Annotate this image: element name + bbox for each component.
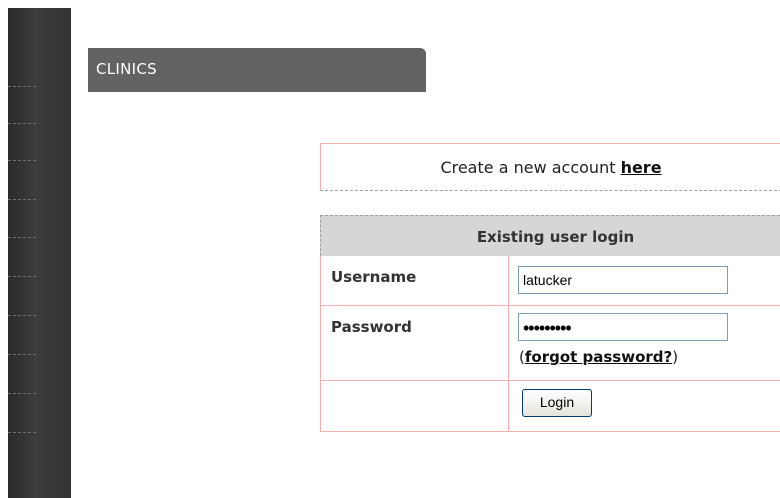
login-heading-bar: Existing user login: [320, 215, 780, 256]
password-input[interactable]: •••••••••: [518, 313, 728, 341]
password-row: Password ••••••••• (forgot password?): [320, 306, 780, 381]
create-account-label: Create a new account: [440, 158, 621, 177]
left-sidebar: [8, 8, 71, 498]
username-label-cell: Username: [321, 256, 509, 305]
sidebar-divider: [8, 315, 36, 316]
submit-row: Login: [320, 381, 780, 432]
section-title: CLINICS: [96, 60, 157, 78]
login-panel: Existing user login Username Password ••…: [320, 215, 780, 432]
forgot-password-wrap: (forgot password?): [519, 348, 678, 366]
password-label: Password: [331, 318, 412, 336]
section-header: CLINICS: [88, 48, 426, 92]
username-label: Username: [331, 268, 417, 286]
sidebar-divider: [8, 432, 36, 433]
forgot-close-paren: ): [672, 348, 679, 366]
sidebar-divider: [8, 123, 36, 124]
sidebar-divider: [8, 393, 36, 394]
create-account-box: Create a new account here: [320, 143, 780, 191]
sidebar-divider: [8, 199, 36, 200]
forgot-password-link[interactable]: forgot password?: [525, 348, 672, 366]
create-account-link[interactable]: here: [621, 158, 662, 177]
sidebar-divider: [8, 160, 36, 161]
submit-empty-cell: [321, 381, 509, 431]
sidebar-divider: [8, 354, 36, 355]
password-label-cell: Password: [321, 306, 509, 380]
login-heading: Existing user login: [476, 228, 635, 246]
submit-cell: Login: [509, 381, 780, 431]
username-row: Username: [320, 256, 780, 306]
username-input[interactable]: [518, 266, 728, 294]
sidebar-divider: [8, 86, 36, 87]
username-value-cell: [509, 256, 780, 305]
create-account-text: Create a new account here: [321, 158, 780, 177]
sidebar-divider: [8, 276, 36, 277]
login-button[interactable]: Login: [522, 389, 592, 417]
sidebar-divider: [8, 237, 36, 238]
password-value-cell: ••••••••• (forgot password?): [509, 306, 780, 380]
